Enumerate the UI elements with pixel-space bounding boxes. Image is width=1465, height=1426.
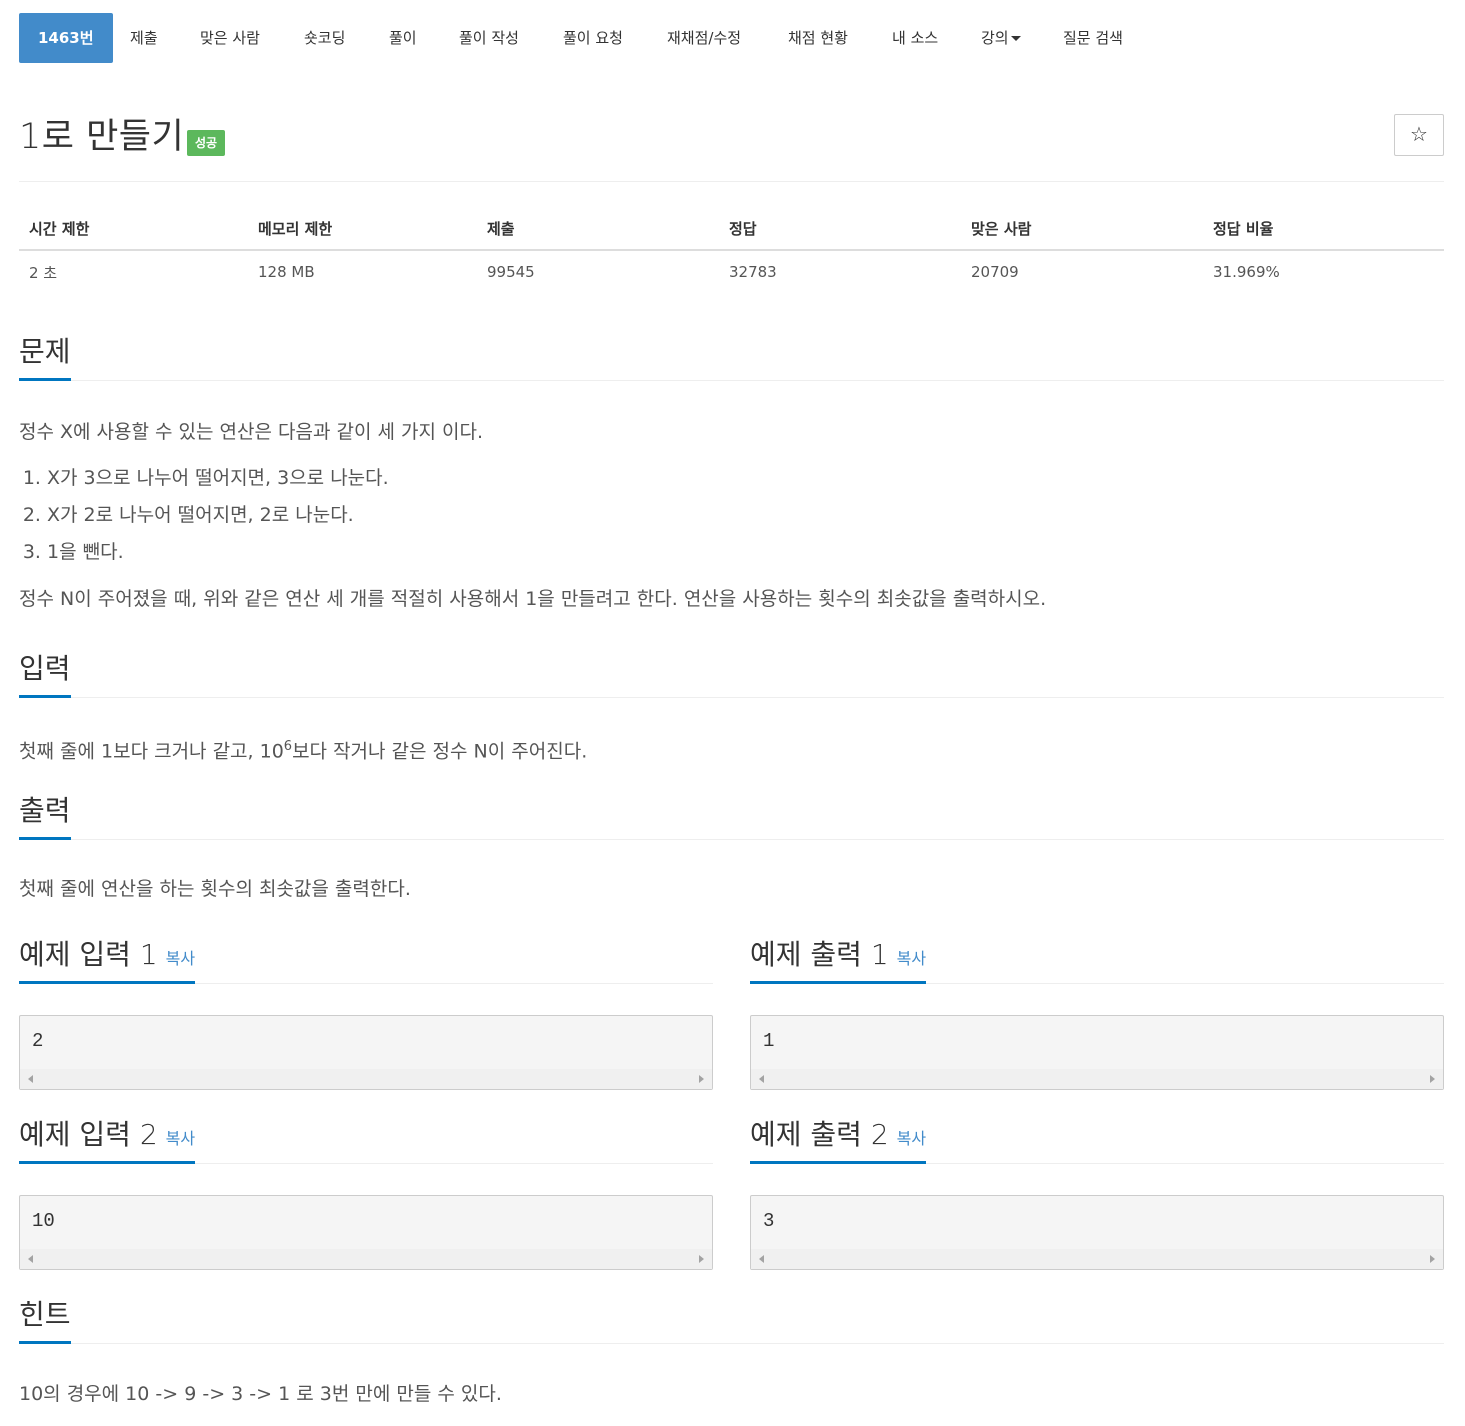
scroll-right-icon[interactable] (699, 1255, 704, 1263)
tab-lectures[interactable]: 강의 (981, 13, 1021, 63)
description-heading: 문제 (19, 336, 71, 381)
sample-input-2-headline: 예제 입력 2 복사 (19, 1119, 713, 1164)
list-item: X가 3으로 나누어 떨어지면, 3으로 나눈다. (47, 460, 1444, 497)
sample-output-2-code: 3 (763, 1210, 775, 1232)
header-memory-limit: 메모리 제한 (248, 207, 477, 251)
output-description: 첫째 줄에 연산을 하는 횟수의 최솟값을 출력한다. (19, 878, 411, 900)
sample-input-1-heading: 예제 입력 1 복사 (19, 938, 196, 984)
input-headline: 입력 (19, 653, 1444, 698)
correct-users-value: 20709 (971, 263, 1019, 281)
output-headline: 출력 (19, 795, 1444, 840)
sample-output-1-heading: 예제 출력 1 복사 (750, 938, 927, 984)
input-text-after: 보다 작거나 같은 정수 N이 주어진다. (292, 740, 588, 763)
copy-button[interactable]: 복사 (897, 949, 926, 968)
list-item: X가 2로 나누어 떨어지면, 2로 나눈다. (47, 497, 1444, 534)
input-text-before: 첫째 줄에 1보다 크거나 같고, 10 (19, 740, 284, 763)
header-accept-ratio: 정답 비율 (1203, 207, 1444, 251)
accept-ratio-value: 31.969% (1213, 263, 1280, 281)
tab-question-search[interactable]: 질문 검색 (1063, 13, 1123, 63)
hint-text: 10의 경우에 10 -> 9 -> 3 -> 1 로 3번 만에 만들 수 있… (19, 1383, 502, 1405)
horizontal-scrollbar[interactable] (751, 1069, 1443, 1089)
sample-output-1-headline: 예제 출력 1 복사 (750, 939, 1444, 984)
tab-request-solution[interactable]: 풀이 요청 (563, 13, 623, 63)
tab-lectures-label: 강의 (981, 29, 1009, 47)
sample-input-2-title: 예제 입력 2 (19, 1118, 158, 1151)
copy-button[interactable]: 복사 (166, 949, 195, 968)
sample-input-1-box[interactable]: 2 (19, 1015, 713, 1090)
scroll-left-icon[interactable] (28, 1075, 33, 1083)
problem-info-table: 시간 제한 메모리 제한 제출 정답 맞은 사람 정답 비율 2 초 128 M… (19, 207, 1444, 293)
horizontal-scrollbar[interactable] (20, 1249, 712, 1269)
horizontal-scrollbar[interactable] (20, 1069, 712, 1089)
list-item: 1을 뺀다. (47, 534, 1444, 571)
sample-input-1: 예제 입력 1 복사 2 (19, 939, 713, 1090)
description-section: 문제 정수 X에 사용할 수 있는 연산은 다음과 같이 세 가지 이다. X가… (19, 336, 1444, 613)
input-heading: 입력 (19, 653, 71, 698)
star-icon: ☆ (1410, 122, 1428, 146)
scroll-right-icon[interactable] (1430, 1255, 1435, 1263)
hint-heading: 힌트 (19, 1299, 71, 1344)
header-time-limit: 시간 제한 (19, 207, 248, 251)
title-row: 1로 만들기 성공 ☆ (19, 108, 1444, 182)
status-badge: 성공 (187, 130, 226, 156)
sample-input-2-box[interactable]: 10 (19, 1195, 713, 1270)
sample-output-2-headline: 예제 출력 2 복사 (750, 1119, 1444, 1164)
tab-correct-users[interactable]: 맞은 사람 (200, 13, 260, 63)
description-intro: 정수 X에 사용할 수 있는 연산은 다음과 같이 세 가지 이다. (19, 421, 484, 443)
favorite-button[interactable]: ☆ (1394, 114, 1444, 156)
sample-output-2-heading: 예제 출력 2 복사 (750, 1118, 927, 1164)
sample-output-2-box[interactable]: 3 (750, 1195, 1444, 1270)
sample-output-1-title: 예제 출력 1 (750, 938, 889, 971)
description-headline: 문제 (19, 336, 1444, 381)
tab-rejudge[interactable]: 재채점/수정 (667, 13, 741, 63)
sample-input-2-heading: 예제 입력 2 복사 (19, 1118, 196, 1164)
scroll-left-icon[interactable] (759, 1075, 764, 1083)
tab-write-solution[interactable]: 풀이 작성 (459, 13, 519, 63)
tab-problem-number[interactable]: 1463번 (19, 13, 113, 63)
input-section: 입력 첫째 줄에 1보다 크거나 같고, 106보다 작거나 같은 정수 N이 … (19, 653, 1444, 765)
sample-output-2-title: 예제 출력 2 (750, 1118, 889, 1151)
sample-input-1-code: 2 (32, 1030, 44, 1052)
scroll-right-icon[interactable] (1430, 1075, 1435, 1083)
sample-input-1-headline: 예제 입력 1 복사 (19, 939, 713, 984)
submissions-value: 99545 (487, 263, 535, 281)
problem-nav: 1463번 제출 맞은 사람 숏코딩 풀이 풀이 작성 풀이 요청 재채점/수정… (19, 13, 1444, 63)
description-outro: 정수 N이 주어졌을 때, 위와 같은 연산 세 개를 적절히 사용해서 1을 … (19, 588, 1047, 610)
accepted-value: 32783 (729, 263, 777, 281)
sample-output-1-code: 1 (763, 1030, 775, 1052)
tab-submit[interactable]: 제출 (130, 13, 158, 63)
time-limit-value: 2 초 (29, 263, 58, 282)
copy-button[interactable]: 복사 (897, 1129, 926, 1148)
hint-headline: 힌트 (19, 1299, 1444, 1344)
caret-down-icon (1010, 36, 1021, 41)
input-exponent: 6 (283, 739, 293, 754)
table-row: 2 초 128 MB 99545 32783 20709 31.969% (19, 250, 1444, 293)
sample-output-1-box[interactable]: 1 (750, 1015, 1444, 1090)
scroll-right-icon[interactable] (699, 1075, 704, 1083)
output-section: 출력 첫째 줄에 연산을 하는 횟수의 최솟값을 출력한다. (19, 795, 1444, 903)
tab-status[interactable]: 채점 현황 (788, 13, 848, 63)
hint-section: 힌트 10의 경우에 10 -> 9 -> 3 -> 1 로 3번 만에 만들 … (19, 1299, 1444, 1408)
header-correct-users: 맞은 사람 (961, 207, 1203, 251)
scroll-left-icon[interactable] (28, 1255, 33, 1263)
sample-output-2: 예제 출력 2 복사 3 (750, 1119, 1444, 1270)
tab-solutions[interactable]: 풀이 (389, 13, 417, 63)
output-heading: 출력 (19, 795, 71, 840)
header-submissions: 제출 (477, 207, 719, 251)
sample-input-1-title: 예제 입력 1 (19, 938, 158, 971)
scroll-left-icon[interactable] (759, 1255, 764, 1263)
memory-limit-value: 128 MB (258, 263, 315, 281)
header-accepted: 정답 (719, 207, 961, 251)
tab-my-source[interactable]: 내 소스 (892, 13, 938, 63)
operation-list: X가 3으로 나누어 떨어지면, 3으로 나눈다. X가 2로 나누어 떨어지면… (19, 460, 1444, 571)
horizontal-scrollbar[interactable] (751, 1249, 1443, 1269)
sample-input-2-code: 10 (32, 1210, 55, 1232)
tab-short-coding[interactable]: 숏코딩 (304, 13, 345, 63)
sample-output-1: 예제 출력 1 복사 1 (750, 939, 1444, 1090)
sample-input-2: 예제 입력 2 복사 10 (19, 1119, 713, 1270)
input-description: 첫째 줄에 1보다 크거나 같고, 106보다 작거나 같은 정수 N이 주어진… (19, 733, 1444, 765)
table-header-row: 시간 제한 메모리 제한 제출 정답 맞은 사람 정답 비율 (19, 207, 1444, 251)
problem-title: 1로 만들기 (19, 117, 185, 157)
copy-button[interactable]: 복사 (166, 1129, 195, 1148)
